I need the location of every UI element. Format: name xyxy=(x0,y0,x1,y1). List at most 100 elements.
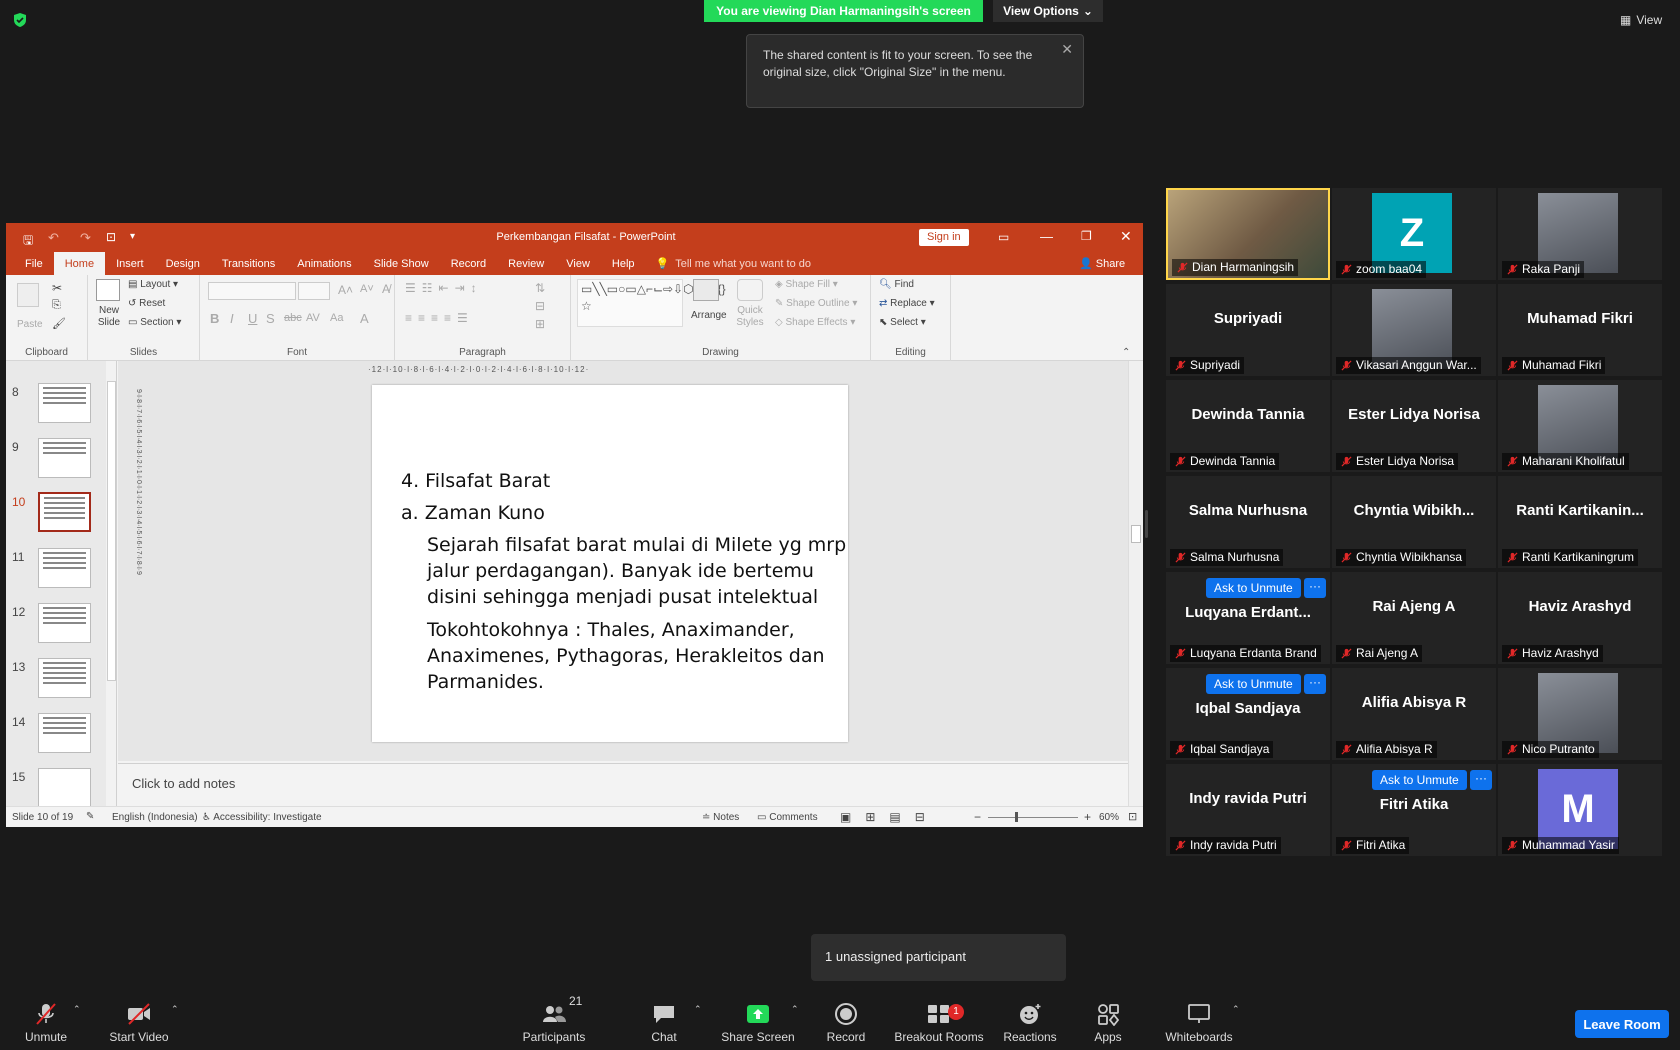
participant-tile[interactable]: M Muhammad Yasir xyxy=(1498,764,1662,856)
breakout-rooms-button[interactable]: Breakout Rooms xyxy=(892,990,986,1050)
view-button[interactable]: ▦ View xyxy=(1620,10,1670,30)
tab-design[interactable]: Design xyxy=(155,252,211,275)
sign-in-button[interactable]: Sign in xyxy=(919,229,969,246)
strikethrough-icon[interactable]: abc xyxy=(284,312,302,324)
slide-paragraph-1-line-3[interactable]: disini sehingga menjadi pusat intelektua… xyxy=(427,584,818,611)
reset-button[interactable]: ↺ Reset xyxy=(128,298,165,309)
panel-resize-handle[interactable] xyxy=(1145,510,1148,538)
alignment-icons[interactable]: ≡≡≡≡☰ xyxy=(405,311,474,325)
select-button[interactable]: ⬉ Select ▾ xyxy=(879,317,926,328)
chat-options-chevron-icon[interactable]: ⌃ xyxy=(694,1004,702,1015)
unmute-button[interactable]: Unmute xyxy=(16,990,76,1050)
fit-slide-icon[interactable]: ⊡ xyxy=(1128,810,1137,823)
ask-to-unmute-button[interactable]: Ask to Unmute xyxy=(1206,674,1301,694)
security-shield-icon[interactable] xyxy=(12,12,28,28)
section-button[interactable]: ▭ Section ▾ xyxy=(128,317,181,328)
participant-tile[interactable]: Rai Ajeng A Rai Ajeng A xyxy=(1332,572,1496,664)
apps-button[interactable]: Apps xyxy=(1088,990,1128,1050)
char-spacing-icon[interactable]: AV xyxy=(306,312,320,324)
view-options-button[interactable]: View Options ⌄ xyxy=(993,0,1103,22)
zoom-slider[interactable] xyxy=(988,817,1078,818)
tab-help[interactable]: Help xyxy=(601,252,646,275)
align-text-icon[interactable]: ⊟ xyxy=(535,299,545,313)
customize-toolbar-icon[interactable]: ▾ xyxy=(130,231,135,242)
list-controls-icon[interactable]: ☰☷⇤⇥↕ xyxy=(405,281,483,295)
close-icon[interactable]: ✕ xyxy=(1061,41,1073,58)
participant-tile[interactable]: Supriyadi Supriyadi xyxy=(1166,284,1330,376)
participant-tile[interactable]: Dewinda Tannia Dewinda Tannia xyxy=(1166,380,1330,472)
participant-tile[interactable]: Nico Putranto xyxy=(1498,668,1662,760)
tab-record[interactable]: Record xyxy=(440,252,497,275)
thumbnail-scroll-thumb[interactable] xyxy=(107,381,116,681)
participant-tile[interactable]: Dian Harmaningsih xyxy=(1166,188,1330,280)
participant-tile[interactable]: Salma Nurhusna Salma Nurhusna xyxy=(1166,476,1330,568)
slide-paragraph-2-line-3[interactable]: Parmanides. xyxy=(427,669,544,696)
participant-tile[interactable]: Fitri Atika Ask to Unmute ··· Fitri Atika xyxy=(1332,764,1496,856)
minimize-icon[interactable]: — xyxy=(1040,229,1053,244)
tab-transitions[interactable]: Transitions xyxy=(211,252,286,275)
collapse-ribbon-icon[interactable]: ⌃ xyxy=(1122,347,1130,358)
ask-to-unmute-button[interactable]: Ask to Unmute xyxy=(1372,770,1467,790)
italic-icon[interactable]: I xyxy=(230,311,234,326)
present-icon[interactable]: ⊡ xyxy=(106,230,116,244)
shape-effects-button[interactable]: ◇ Shape Effects ▾ xyxy=(775,317,855,328)
quick-styles-button[interactable]: Quick Styles xyxy=(735,305,765,329)
participant-tile[interactable]: Ester Lidya Norisa Ester Lidya Norisa xyxy=(1332,380,1496,472)
notes-toggle[interactable]: ≐ Notes xyxy=(702,812,739,823)
ask-to-unmute-button[interactable]: Ask to Unmute xyxy=(1206,578,1301,598)
video-options-chevron-icon[interactable]: ⌃ xyxy=(171,1004,179,1015)
undo-icon[interactable]: ↶ xyxy=(48,230,59,246)
bold-icon[interactable]: B xyxy=(210,311,219,326)
paste-button[interactable]: Paste xyxy=(17,319,43,330)
notes-pane[interactable]: Click to add notes xyxy=(118,763,1128,806)
find-button[interactable]: 🔍︎ Find xyxy=(879,279,914,290)
slide-thumbnail-13[interactable] xyxy=(38,658,91,698)
shadow-icon[interactable]: S xyxy=(266,311,275,326)
font-color-icon[interactable]: A xyxy=(360,311,369,326)
participant-tile[interactable]: Maharani Kholifatul xyxy=(1498,380,1662,472)
ribbon-display-icon[interactable]: ▭ xyxy=(998,230,1009,244)
participant-tile[interactable]: Zzoom baa04 xyxy=(1332,188,1496,280)
slide-thumbnail-9[interactable] xyxy=(38,438,91,478)
more-options-button[interactable]: ··· xyxy=(1470,770,1492,790)
change-case-icon[interactable]: Aa xyxy=(330,312,343,324)
save-icon[interactable]: 🖫 xyxy=(23,231,33,252)
slide-heading[interactable]: 4. Filsafat Barat xyxy=(401,468,550,495)
spellcheck-icon[interactable]: ✎ xyxy=(86,811,94,822)
shrink-font-icon[interactable]: A˅ xyxy=(360,283,374,295)
font-name-field[interactable] xyxy=(208,282,296,300)
zoom-out-icon[interactable]: − xyxy=(974,810,981,824)
zoom-level[interactable]: 60% xyxy=(1099,812,1119,823)
chat-button[interactable]: Chat xyxy=(640,990,688,1050)
reactions-button[interactable]: Reactions xyxy=(1002,990,1058,1050)
tab-view[interactable]: View xyxy=(555,252,601,275)
more-options-button[interactable]: ··· xyxy=(1304,674,1326,694)
record-button[interactable]: Record xyxy=(820,990,872,1050)
accessibility-status[interactable]: ♿ Accessibility: Investigate xyxy=(202,812,322,823)
leave-room-button[interactable]: Leave Room xyxy=(1575,1010,1669,1038)
tab-home[interactable]: Home xyxy=(53,252,106,275)
audio-options-chevron-icon[interactable]: ⌃ xyxy=(73,1004,81,1015)
shape-outline-button[interactable]: ✎ Shape Outline ▾ xyxy=(775,298,857,309)
slide-paragraph-1-line-2[interactable]: jalur perdagangan). Banyak ide bertemu xyxy=(427,558,814,585)
new-slide-button[interactable]: New Slide xyxy=(94,305,124,329)
format-painter-icon[interactable]: 🖌 xyxy=(52,317,66,330)
tab-animations[interactable]: Animations xyxy=(286,252,362,275)
arrange-button[interactable]: Arrange xyxy=(691,310,727,321)
participant-tile[interactable]: Raka Panji xyxy=(1498,188,1662,280)
slide-paragraph-2-line-1[interactable]: Tokohtokohnya : Thales, Anaximander, xyxy=(427,617,795,644)
new-slide-icon[interactable] xyxy=(96,279,120,301)
whiteboards-button[interactable]: Whiteboards xyxy=(1162,990,1236,1050)
layout-button[interactable]: ▤ Layout ▾ xyxy=(128,279,178,290)
grow-font-icon[interactable]: A˄ xyxy=(338,283,353,297)
slide-paragraph-2-line-2[interactable]: Anaximenes, Pythagoras, Herakleitos dan xyxy=(427,643,825,670)
participant-tile[interactable]: Alifia Abisya R Alifia Abisya R xyxy=(1332,668,1496,760)
share-options-chevron-icon[interactable]: ⌃ xyxy=(791,1004,799,1015)
language-status[interactable]: English (Indonesia) xyxy=(112,812,198,823)
arrange-icon[interactable] xyxy=(693,279,719,301)
share-screen-button[interactable]: Share Screen xyxy=(718,990,798,1050)
slide-thumbnail-8[interactable] xyxy=(38,383,91,423)
tell-me-search[interactable]: Tell me what you want to do xyxy=(675,258,811,270)
share-button[interactable]: 👤 Share xyxy=(1079,257,1125,270)
slide-thumbnail-14[interactable] xyxy=(38,713,91,753)
